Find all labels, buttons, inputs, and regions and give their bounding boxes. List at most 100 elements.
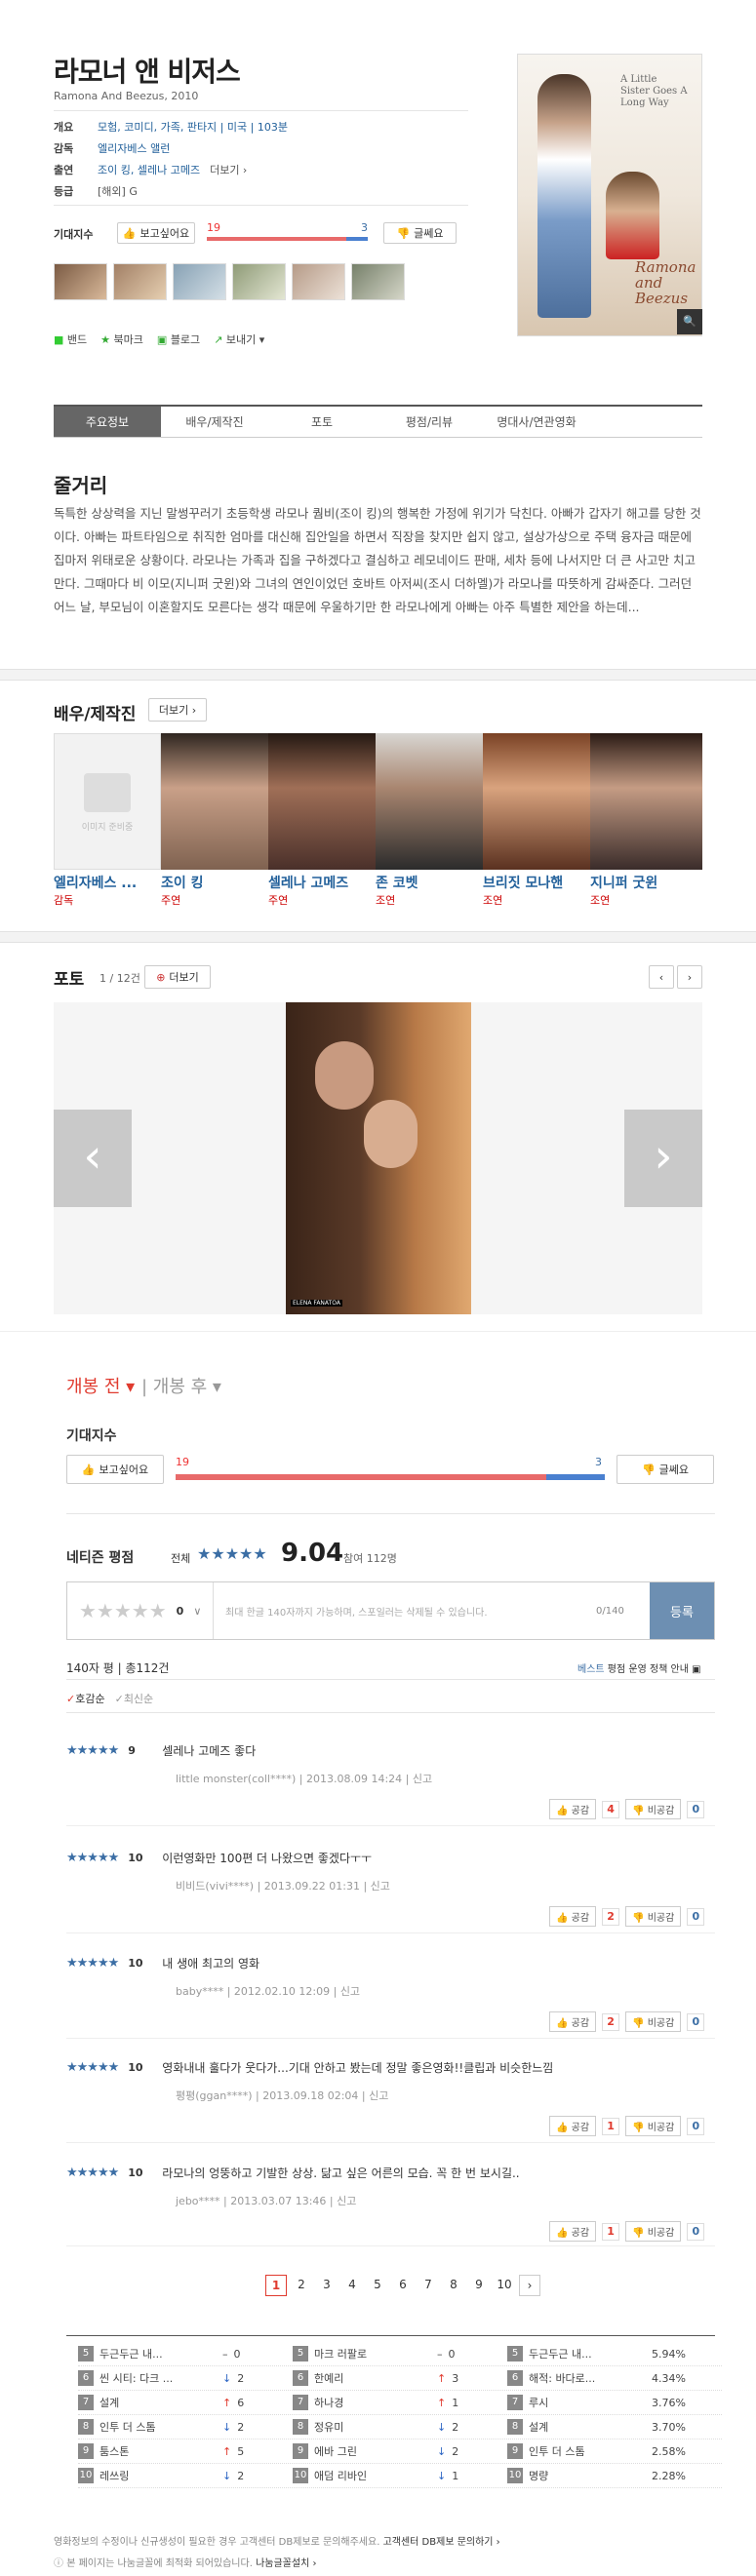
ranking-person[interactable]: 애덤 리바인 [314, 2468, 431, 2483]
page-link[interactable]: 9 [468, 2275, 490, 2296]
want-to-see-button[interactable]: 👍 보고싶어요 [117, 222, 195, 244]
photo-next-button[interactable]: › [677, 965, 702, 989]
not-want-button[interactable]: 👎 글쎄요 [617, 1455, 714, 1484]
submit-button[interactable]: 등록 [650, 1582, 714, 1639]
like-button[interactable]: 👍 공감 [549, 2221, 597, 2242]
page-link[interactable]: 8 [443, 2275, 464, 2296]
director-link[interactable]: 엘리자베스 앨런 [98, 140, 170, 156]
report-link[interactable]: 신고 [369, 2089, 388, 2102]
thumbnail[interactable] [173, 263, 226, 300]
band-button[interactable]: ■ 밴드 [54, 332, 87, 347]
ranking-movie[interactable]: 툼스톤 [99, 2443, 217, 2459]
like-button[interactable]: 👍 공감 [549, 2116, 597, 2136]
font-install-link[interactable]: 나눔글꼴설치 › [256, 2558, 316, 2569]
tab-main-info[interactable]: 주요정보 [54, 407, 161, 437]
next-page-button[interactable]: › [519, 2275, 540, 2296]
ranking-movie[interactable]: 인투 더 스톰 [529, 2443, 646, 2459]
page-link[interactable]: 6 [392, 2275, 414, 2296]
ranking-person[interactable]: 마크 러팔로 [314, 2346, 431, 2361]
report-link[interactable]: 신고 [337, 2195, 356, 2207]
ranking-movie[interactable]: 명량 [529, 2468, 646, 2483]
report-link[interactable]: 신고 [340, 1985, 360, 1998]
genre-value[interactable]: 모험, 코미디, 가족, 판타지 | 미국 | 103분 [98, 119, 288, 135]
ranking-movie[interactable]: 해적: 바다로... [529, 2370, 646, 2386]
ranking-movie[interactable]: 루시 [529, 2395, 646, 2410]
zoom-icon[interactable]: 🔍 [677, 309, 702, 334]
bookmark-button[interactable]: ★ 북마크 [100, 332, 143, 347]
photo-next-arrow[interactable]: › [624, 1110, 702, 1207]
dislike-button[interactable]: 👎 비공감 [625, 2011, 682, 2032]
ranking-movie[interactable]: 설계 [529, 2419, 646, 2435]
want-to-see-button[interactable]: 👍 보고싶어요 [66, 1455, 164, 1484]
ranking-movie[interactable]: 두근두근 내... [529, 2346, 646, 2361]
dislike-button[interactable]: 👎 비공감 [625, 2116, 682, 2136]
page-link[interactable]: 7 [418, 2275, 439, 2296]
review-item: ★★★★★ 10 내 생애 최고의 영화 baby**** | 2012.02.10… [66, 1955, 715, 2032]
ranking-movie[interactable]: 설계 [99, 2395, 217, 2410]
cast-name[interactable]: 존 코벳 [376, 873, 483, 892]
cast-name[interactable]: 엘리자베스 ... [54, 873, 161, 892]
thumbnail[interactable] [292, 263, 345, 300]
cast-photo[interactable] [483, 733, 590, 870]
like-button[interactable]: 👍 공감 [549, 1799, 597, 1819]
cast-photo[interactable] [376, 733, 483, 870]
tab-reviews[interactable]: 평점/리뷰 [376, 407, 483, 437]
ranking-movie[interactable]: 씬 시티: 다크 ... [99, 2370, 217, 2386]
page-link[interactable]: 10 [494, 2275, 515, 2296]
ranking-movie[interactable]: 두근두근 내... [99, 2346, 217, 2361]
not-want-button[interactable]: 👎 글쎄요 [383, 222, 457, 244]
photo-more-button[interactable]: ⊕ 더보기 [144, 965, 211, 989]
tab-cast[interactable]: 배우/제작진 [161, 407, 268, 437]
thumbnail[interactable] [54, 263, 107, 300]
cast-photo[interactable] [268, 733, 376, 870]
like-button[interactable]: 👍 공감 [549, 2011, 597, 2032]
dislike-button[interactable]: 👎 비공감 [625, 1799, 682, 1819]
ranking-movie[interactable]: 레쓰링 [99, 2468, 217, 2483]
cast-name[interactable]: 지니퍼 굿윈 [590, 873, 697, 892]
dislike-button[interactable]: 👎 비공감 [625, 2221, 682, 2242]
tab-before-release[interactable]: 개봉 전 ▾ [66, 1373, 135, 1398]
cast-photo[interactable] [161, 733, 268, 870]
thumbnail[interactable] [113, 263, 167, 300]
report-link[interactable]: 신고 [413, 1773, 432, 1785]
tab-photo[interactable]: 포토 [268, 407, 376, 437]
tab-after-release[interactable]: | 개봉 후 ▾ [141, 1373, 221, 1398]
netizen-all: 전체 [171, 1552, 191, 1565]
page-link[interactable]: 1 [265, 2275, 287, 2296]
cast-link[interactable]: 조이 킹, 셀레나 고메즈 [98, 162, 200, 177]
thumbnail[interactable] [351, 263, 405, 300]
photo-prev-button[interactable]: ‹ [649, 965, 674, 989]
cast-name[interactable]: 브리짓 모나핸 [483, 873, 590, 892]
page-link[interactable]: 3 [316, 2275, 338, 2296]
ranking-person[interactable]: 정유미 [314, 2419, 431, 2435]
report-link[interactable]: 신고 [371, 1880, 390, 1893]
cast-photo-placeholder[interactable]: 이미지 준비중 [54, 733, 161, 870]
poster-image[interactable]: A Little Sister Goes A Long Way Ramona a… [517, 54, 702, 336]
thumbnail[interactable] [232, 263, 286, 300]
ranking-person[interactable]: 하나경 [314, 2395, 431, 2410]
sort-good[interactable]: ✓호감순 [66, 1691, 105, 1706]
cast-name[interactable]: 조이 킹 [161, 873, 268, 892]
cast-photo[interactable] [590, 733, 702, 870]
db-report-link[interactable]: 고객센터 DB제보 문의하기 › [383, 2537, 500, 2548]
review-textarea[interactable]: 최대 한글 140자까지 가능하며, 스포일러는 삭제될 수 있습니다. [214, 1582, 596, 1639]
blog-button[interactable]: ▣ 블로그 [157, 332, 200, 347]
policy-link[interactable]: 베스트 평점 운영 정책 안내 ▣ [577, 1660, 701, 1675]
photo-prev-arrow[interactable]: ‹ [54, 1110, 132, 1207]
like-button[interactable]: 👍 공감 [549, 1906, 597, 1927]
photo-main[interactable]: ELENA FANATOA [286, 1002, 471, 1314]
cast-name[interactable]: 셀레나 고메즈 [268, 873, 376, 892]
cast-more-link[interactable]: 더보기 › [210, 162, 247, 177]
cast-more-button[interactable]: 더보기 › [148, 698, 207, 722]
page-link[interactable]: 4 [341, 2275, 363, 2296]
ranking-movie[interactable]: 인투 더 스톰 [99, 2419, 217, 2435]
ranking-person[interactable]: 한예리 [314, 2370, 431, 2386]
send-button[interactable]: ↗ 보내기 ▾ [214, 332, 264, 347]
sort-new[interactable]: ✓최신순 [115, 1691, 154, 1706]
dislike-button[interactable]: 👎 비공감 [625, 1906, 682, 1927]
ranking-person[interactable]: 에바 그린 [314, 2443, 431, 2459]
tab-quotes[interactable]: 명대사/연관영화 [483, 407, 590, 437]
page-link[interactable]: 5 [367, 2275, 388, 2296]
star-select[interactable]: ★★★★★ 0 ∨ [67, 1582, 214, 1639]
page-link[interactable]: 2 [291, 2275, 312, 2296]
